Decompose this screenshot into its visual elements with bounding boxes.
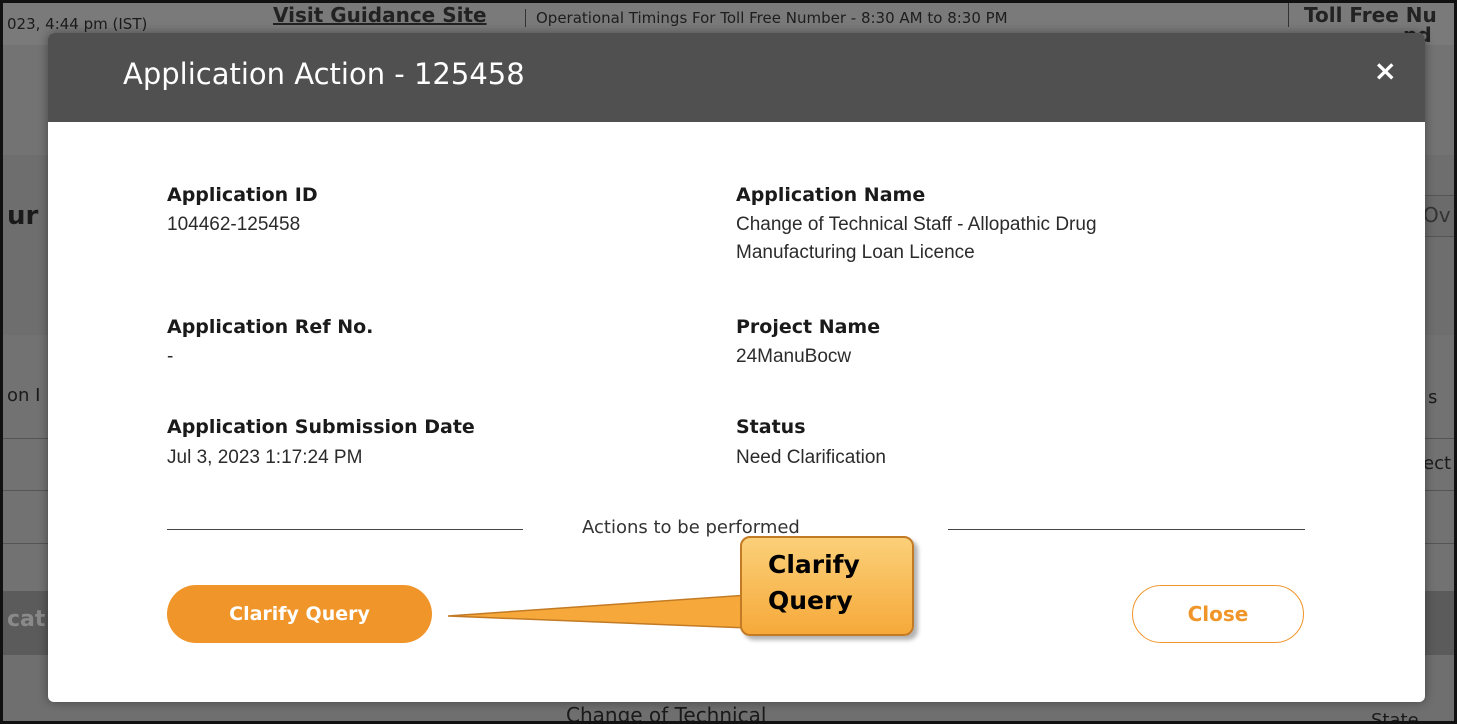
callout-line-2: Query [768,586,853,615]
callout-label: Clarify Query [768,547,860,619]
screen-frame: 023, 4:44 pm (IST) Visit Guidance Site O… [0,0,1457,724]
callout-pointer [447,594,749,629]
callout-line-1: Clarify [768,550,860,579]
